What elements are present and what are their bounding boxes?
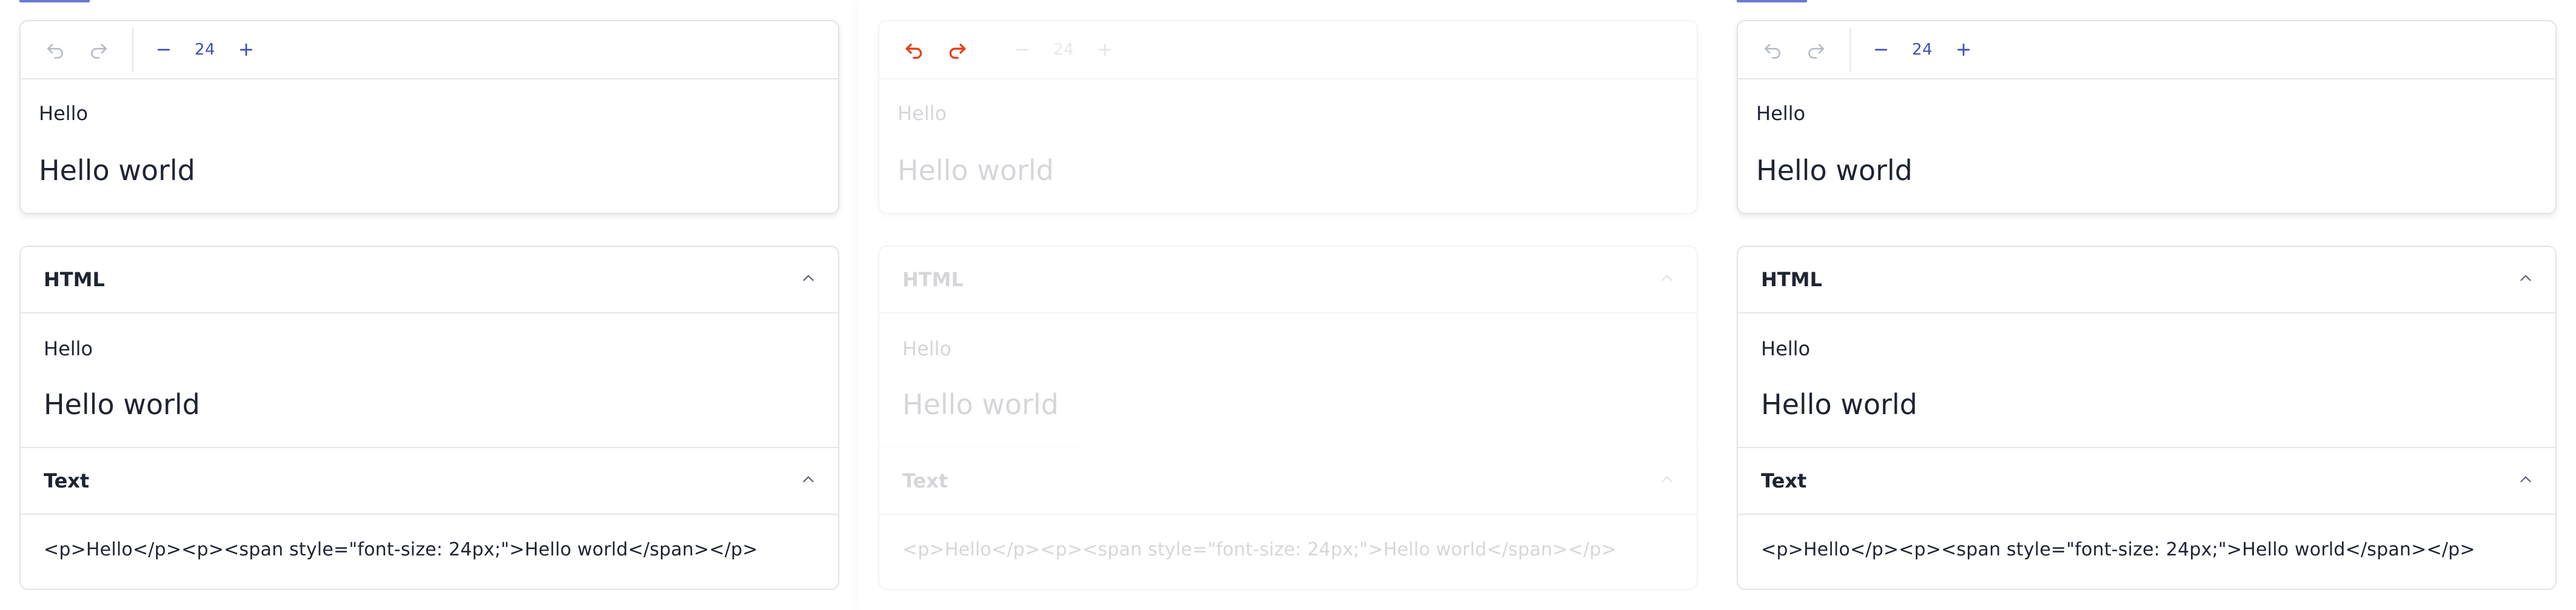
html-section-title: HTML	[44, 268, 105, 291]
increase-font-size-button[interactable]	[1951, 38, 1976, 62]
increase-font-size-button[interactable]	[234, 38, 258, 62]
undo-icon	[1765, 44, 1781, 59]
font-size-value[interactable]: 24	[176, 41, 234, 59]
increase-font-size-button[interactable]	[1093, 38, 1117, 62]
html-preview: Hello Hello world	[1738, 313, 2555, 448]
editor-toolbar: 24	[1738, 21, 2555, 79]
text-output: <p>Hello</p><p><span style="font-size: 2…	[21, 515, 838, 560]
chevron-up-icon[interactable]	[800, 270, 816, 289]
editor-panel-1: 24 Hello Hello world HTML Hello Hello wo…	[0, 0, 859, 610]
text-section-header[interactable]: Text	[879, 448, 1697, 515]
editor-toolbar: 24	[21, 21, 838, 79]
minus-icon	[1874, 49, 1888, 51]
rich-text-editor: 24 Hello Hello world	[1737, 20, 2557, 214]
html-source-text: <p>Hello</p><p><span style="font-size: 2…	[1761, 539, 2475, 560]
plus-icon	[1098, 43, 1112, 56]
output-accordion: HTML Hello Hello world Text <p>Hello</p>…	[878, 246, 1698, 590]
output-accordion: HTML Hello Hello world Text <p>Hello</p>…	[1737, 246, 2557, 590]
chevron-up-icon[interactable]	[800, 472, 816, 490]
html-section-header[interactable]: HTML	[21, 247, 838, 313]
chevron-up-icon[interactable]	[1659, 472, 1675, 490]
text-section-title: Text	[44, 469, 90, 492]
active-tab-indicator	[1737, 0, 1807, 2]
html-preview-paragraph: Hello	[1761, 337, 1811, 360]
editor-toolbar: 24	[879, 21, 1697, 79]
toolbar-divider	[132, 28, 133, 72]
editor-paragraph-large[interactable]: Hello world	[39, 153, 820, 187]
plus-icon	[240, 43, 253, 56]
undo-icon	[47, 44, 64, 59]
chevron-up-icon[interactable]	[2518, 472, 2534, 490]
chevron-up-icon[interactable]	[2518, 270, 2534, 289]
editor-panel-3: 24 Hello Hello world HTML Hello Hello wo…	[1717, 0, 2576, 610]
toolbar-divider	[1850, 28, 1851, 72]
editor-paragraph[interactable]: Hello	[1756, 101, 2537, 126]
page: 24 Hello Hello world HTML Hello Hello wo…	[0, 0, 2576, 610]
decrease-font-size-button[interactable]	[152, 38, 176, 62]
output-accordion: HTML Hello Hello world Text <p>Hello</p>…	[19, 246, 839, 590]
html-section-title: HTML	[902, 268, 964, 291]
undo-button[interactable]	[900, 36, 928, 64]
editor-paragraph-large[interactable]: Hello world	[1756, 153, 2537, 187]
html-source-text: <p>Hello</p><p><span style="font-size: 2…	[44, 539, 758, 560]
plus-icon	[1957, 43, 1970, 56]
decrease-font-size-button[interactable]	[1010, 38, 1035, 62]
text-section-header[interactable]: Text	[1738, 448, 2555, 515]
html-preview-paragraph-large: Hello world	[1761, 388, 1917, 421]
text-section-title: Text	[1761, 469, 1807, 492]
undo-button[interactable]	[41, 36, 69, 64]
active-tab-indicator	[19, 0, 90, 2]
text-section-title: Text	[902, 469, 948, 492]
redo-icon	[90, 44, 107, 59]
html-section-header[interactable]: HTML	[879, 247, 1697, 313]
text-output: <p>Hello</p><p><span style="font-size: 2…	[879, 515, 1697, 560]
rich-text-editor: 24 Hello Hello world	[19, 20, 839, 214]
redo-icon	[1808, 44, 1824, 59]
font-size-value[interactable]: 24	[1035, 41, 1093, 59]
html-section-title: HTML	[1761, 268, 1822, 291]
editor-content[interactable]: Hello Hello world	[879, 79, 1697, 187]
text-section-header[interactable]: Text	[21, 448, 838, 515]
undo-icon	[905, 44, 922, 59]
undo-button[interactable]	[1759, 36, 1786, 64]
redo-icon	[949, 44, 966, 59]
decrease-font-size-button[interactable]	[1869, 38, 1893, 62]
html-source-text: <p>Hello</p><p><span style="font-size: 2…	[902, 539, 1617, 560]
editor-paragraph[interactable]: Hello	[897, 101, 1679, 126]
html-preview-paragraph-large: Hello world	[902, 388, 1059, 421]
toolbar-divider	[991, 28, 992, 72]
text-output: <p>Hello</p><p><span style="font-size: 2…	[1738, 515, 2555, 560]
html-preview: Hello Hello world	[879, 313, 1697, 448]
editor-content[interactable]: Hello Hello world	[21, 79, 838, 187]
editor-paragraph-large[interactable]: Hello world	[897, 153, 1679, 187]
redo-button[interactable]	[1802, 36, 1830, 64]
html-section-header[interactable]: HTML	[1738, 247, 2555, 313]
redo-button[interactable]	[85, 36, 113, 64]
html-preview-paragraph-large: Hello world	[44, 388, 200, 421]
minus-icon	[1016, 49, 1029, 51]
chevron-up-icon[interactable]	[1659, 270, 1675, 289]
minus-icon	[157, 49, 170, 51]
redo-button[interactable]	[944, 36, 971, 64]
html-preview-paragraph: Hello	[44, 337, 93, 360]
font-size-value[interactable]: 24	[1893, 41, 1951, 59]
html-preview: Hello Hello world	[21, 313, 838, 448]
html-preview-paragraph: Hello	[902, 337, 952, 360]
editor-content[interactable]: Hello Hello world	[1738, 79, 2555, 187]
editor-panel-2: 24 Hello Hello world HTML Hello Hello wo…	[859, 0, 1717, 610]
rich-text-editor: 24 Hello Hello world	[878, 20, 1698, 214]
editor-paragraph[interactable]: Hello	[39, 101, 820, 126]
